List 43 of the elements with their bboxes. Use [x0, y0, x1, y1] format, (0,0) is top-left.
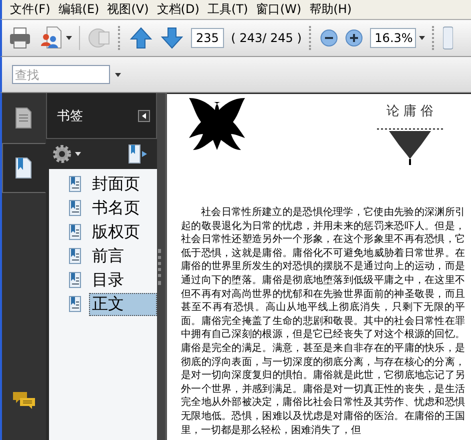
menu-item[interactable]: 文件(F): [8, 1, 56, 18]
menu-item[interactable]: 窗口(W): [254, 1, 308, 18]
ornament-drawing: [375, 126, 445, 166]
page-heading: 论 庸 俗: [386, 103, 434, 120]
bookmark-icon: [69, 176, 81, 192]
bookmark-icon: [69, 200, 81, 216]
bookmark-arrow-icon[interactable]: [127, 144, 149, 164]
page-number-field[interactable]: 235: [191, 28, 224, 48]
caret-icon[interactable]: [115, 72, 121, 76]
menu-item[interactable]: 帮助(H): [307, 1, 358, 18]
bookmark-item[interactable]: 目录: [89, 268, 157, 292]
menu-item[interactable]: 视图(V): [105, 1, 155, 18]
caret-icon[interactable]: [66, 36, 72, 40]
bookmark-icon: [69, 272, 81, 288]
menu-item[interactable]: 编辑(E): [56, 1, 106, 18]
collapse-button[interactable]: [138, 110, 150, 122]
bookmark-item[interactable]: 书名页: [89, 196, 157, 220]
splitter-handle[interactable]: [157, 93, 165, 440]
bookmark-icon: [69, 296, 81, 312]
page-count: ( 243/ 245 ): [231, 31, 302, 45]
bookmark-item[interactable]: 版权页: [89, 220, 157, 244]
panel-title: 书签: [57, 108, 83, 124]
body-paragraph: 社会日常性所建立的是恐惧伦理学，它使由先验的深渊所引起的敬畏退化为日常的忧虑，并用未来的惩罚来恐吓人。但是，社会日常性还塑造另外一个形象，在这个形象里不再有恐惧，它低于恐惧，这就是庸俗。庸俗化不可避免地威胁着日常世界。在庸俗的世界里所发生的对恐惧的摆脱不是通过向上的运动，而是通过向下的堕落。庸俗是彻底地堕落到低级平庸之中，在这里不但不再有对高尚世界的忧郁和在先验世界面前的神圣敬畏，而且甚至不再有恐惧。高山从地平线上彻底消失，只剩下无限的平面。庸俗完全掩盖了生命的悲剧和敬畏。其中的社会日常性在罪中拥有自己深刻的根源，但是它已经丧失了对这个根源的回忆。庸俗是完全的满足。满意，甚至是来自非存在的平庸的快乐，是彻底的浮向表面，与一切深度的彻底分离，与存在核心的分离，是对一切向深度复归的惧怕。庸俗就是此世，它彻底地忘记了另外一个世界，并感到满足。庸俗是对一切真正性的丧失，是生活完全地从外部被决定，庸俗比社会日常性及其劳作、忧虑和恐惧无限地低。恐惧，困难以及忧虑是对庸俗的医治。在庸俗的王国里，一切都是那么轻松，困难消失了，但: [181, 206, 465, 438]
down-arrow-icon[interactable]: [160, 26, 184, 50]
bookmark-icon: [69, 224, 81, 240]
zoom-out-icon[interactable]: [320, 29, 338, 47]
panel-tab[interactable]: [2, 143, 46, 193]
gear-icon[interactable]: [52, 144, 72, 164]
bookmark-item[interactable]: 正文: [89, 292, 157, 316]
people-document-icon[interactable]: [39, 26, 63, 50]
bookmark-item[interactable]: 前言: [89, 244, 157, 268]
menu-item[interactable]: 文档(D): [154, 1, 206, 18]
bookmark-item[interactable]: 封面页: [89, 172, 157, 196]
menu-item[interactable]: 工具(T): [205, 1, 254, 18]
caret-icon[interactable]: [418, 36, 425, 40]
find-field[interactable]: 查找: [12, 65, 110, 84]
bookmark-icon: [69, 248, 81, 264]
caret-icon[interactable]: [75, 152, 81, 156]
up-arrow-icon[interactable]: [129, 26, 153, 50]
zoom-in-icon[interactable]: [344, 29, 363, 47]
triangle-icon: [142, 112, 146, 118]
zoom-field[interactable]: 16.3%: [370, 28, 416, 48]
print-icon[interactable]: [8, 26, 32, 50]
